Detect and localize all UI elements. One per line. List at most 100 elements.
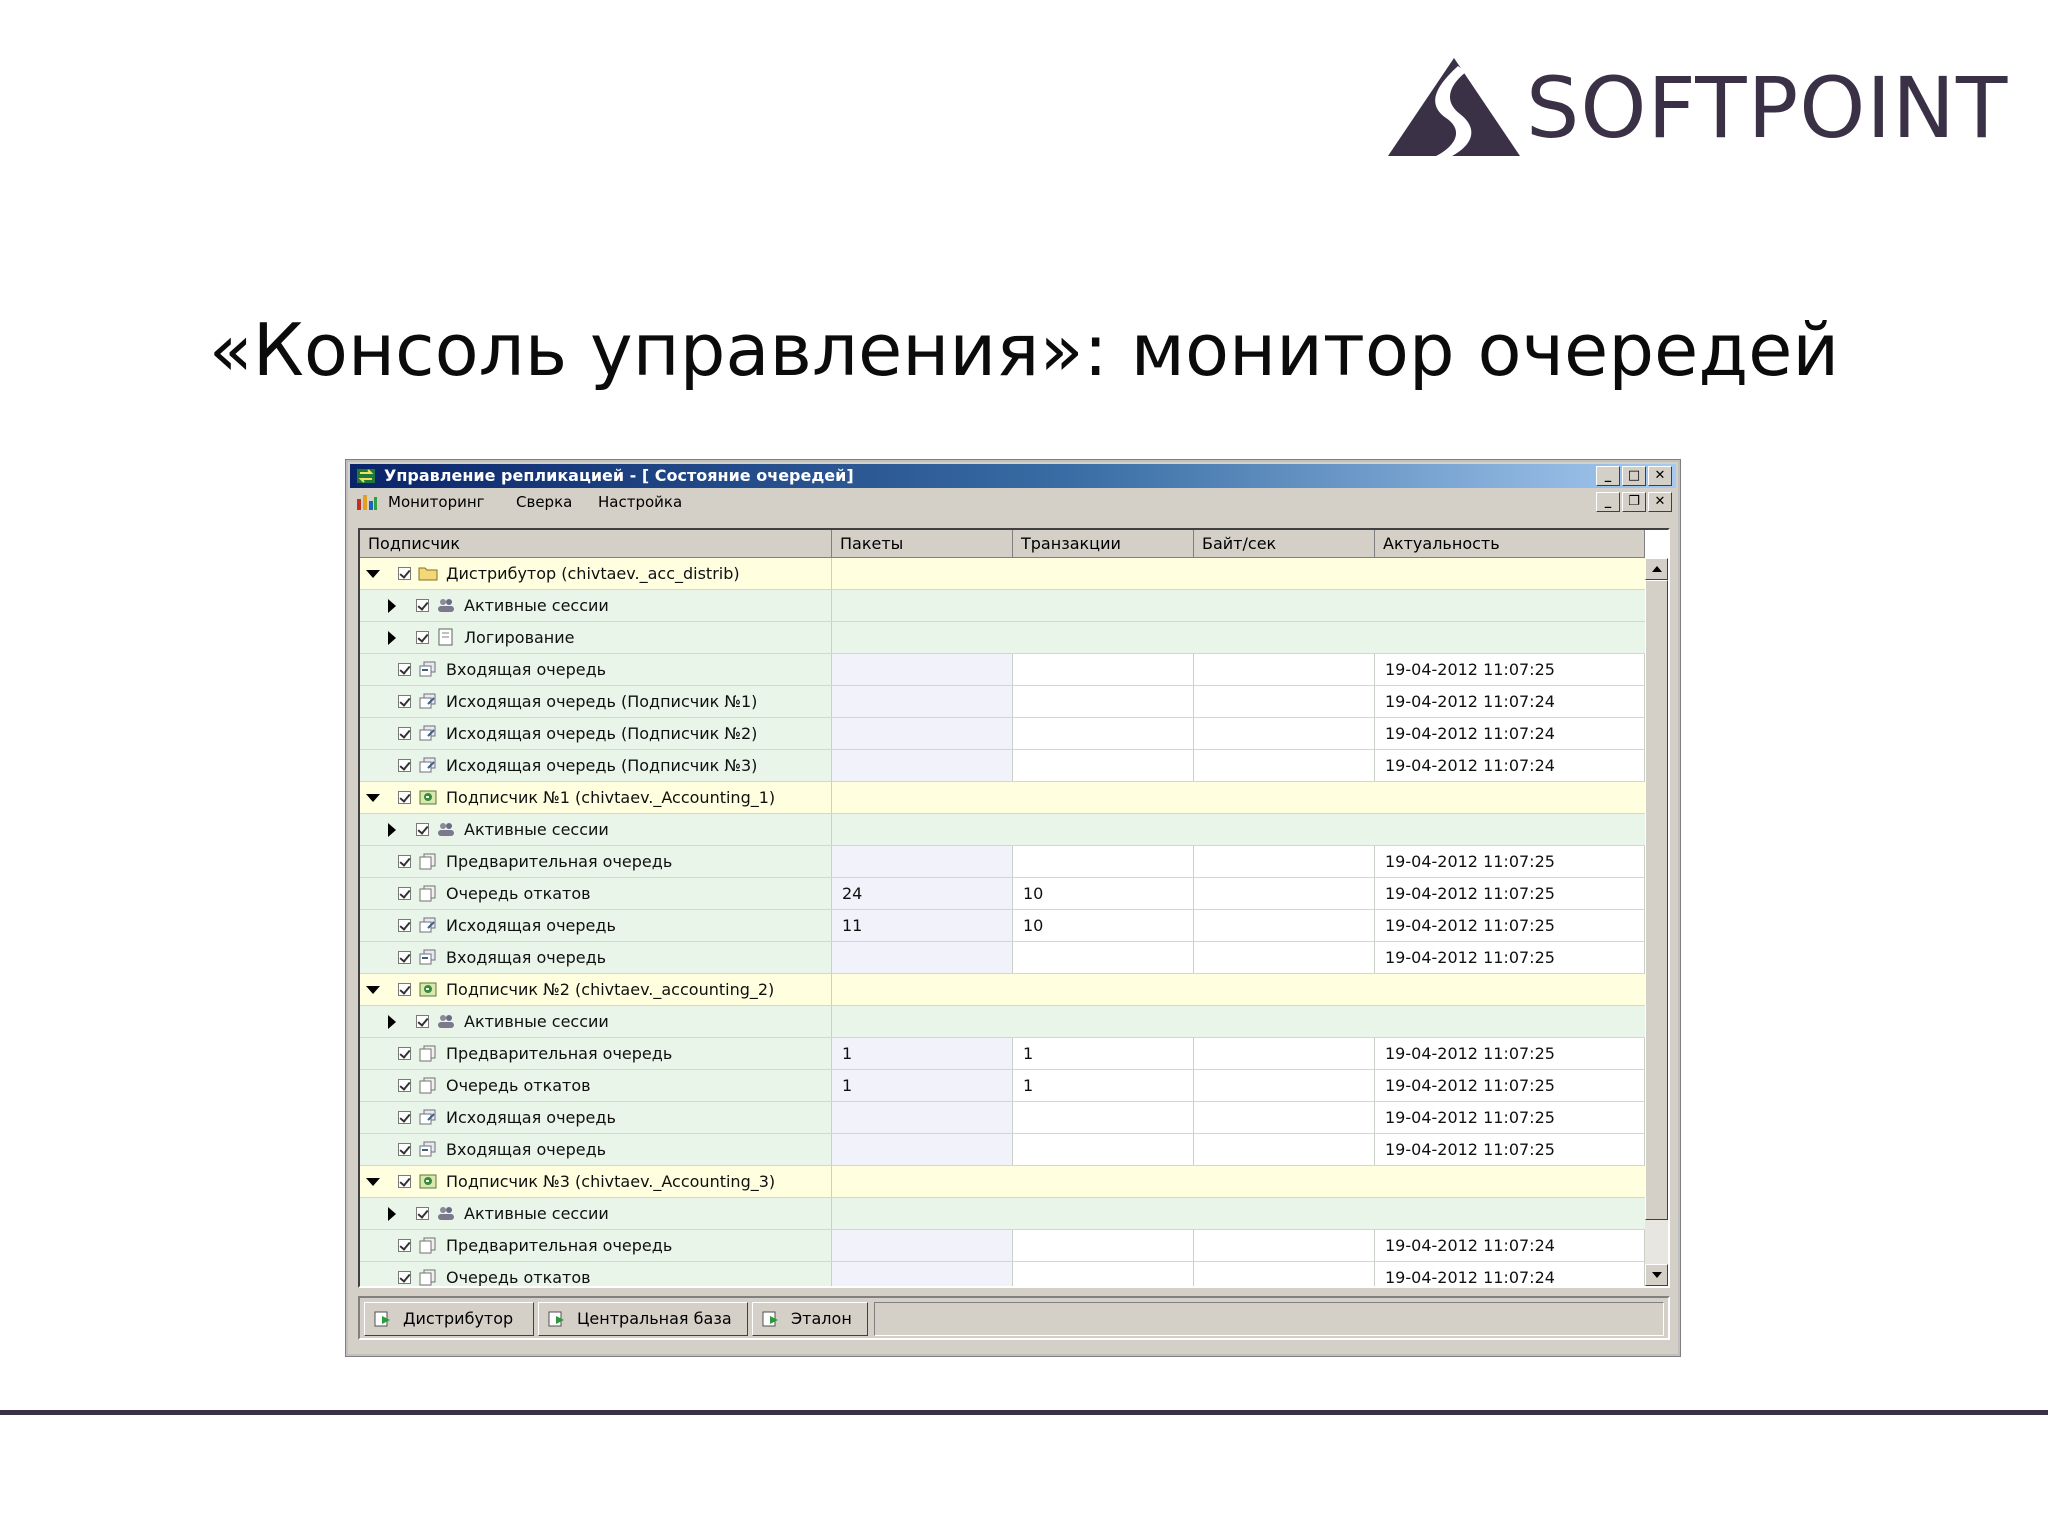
queue-row[interactable]: Исходящая очередь (Подписчик №3) 19-04-20… — [360, 750, 1645, 782]
subscriber-cell: Входящая очередь — [360, 654, 832, 685]
row-checkbox[interactable] — [416, 599, 429, 612]
expand-arrow-icon[interactable] — [388, 599, 396, 613]
row-label: Активные сессии — [464, 596, 609, 615]
menu-reconciliation[interactable]: Сверка — [516, 490, 572, 514]
tab-etalon[interactable]: Эталон — [752, 1302, 868, 1336]
window-titlebar[interactable]: Управление репликацией - [ Состояние оче… — [350, 464, 1676, 488]
collapse-arrow-icon[interactable] — [366, 570, 380, 578]
column-header-transactions[interactable]: Транзакции — [1013, 530, 1194, 558]
collapse-arrow-icon[interactable] — [366, 794, 380, 802]
group-row[interactable]: Подписчик №3 (chivtaev._Accounting_3) — [360, 1166, 1645, 1198]
scroll-up-button[interactable] — [1645, 558, 1668, 580]
queue-row[interactable]: Исходящая очередь (Подписчик №1) 19-04-20… — [360, 686, 1645, 718]
queue-pre-icon — [419, 1269, 436, 1286]
close-button[interactable]: ✕ — [1648, 466, 1672, 486]
actuality-cell: 19-04-2012 11:07:25 — [1375, 654, 1645, 685]
bytes-per-sec-cell — [1194, 1262, 1375, 1286]
row-checkbox[interactable] — [398, 1239, 411, 1252]
expand-arrow-icon[interactable] — [388, 631, 396, 645]
node-row[interactable]: Активные сессии — [360, 1006, 1645, 1038]
queue-row[interactable]: Предварительная очередь 1 1 19-04-2012 11:0… — [360, 1038, 1645, 1070]
row-checkbox[interactable] — [416, 631, 429, 644]
node-row[interactable]: Активные сессии — [360, 814, 1645, 846]
group-row[interactable]: Подписчик №1 (chivtaev._Accounting_1) — [360, 782, 1645, 814]
minimize-button[interactable]: _ — [1596, 466, 1620, 486]
queue-row[interactable]: Очередь откатов 24 10 19-04-2012 11:07:25 — [360, 878, 1645, 910]
softpoint-logo-mark-icon — [1388, 58, 1520, 156]
row-checkbox[interactable] — [398, 1175, 411, 1188]
transactions-cell — [1013, 654, 1194, 685]
row-checkbox[interactable] — [398, 791, 411, 804]
row-checkbox[interactable] — [398, 759, 411, 772]
subscriber-cell: Исходящая очередь — [360, 1102, 832, 1133]
mdi-minimize-button[interactable]: _ — [1596, 492, 1620, 512]
group-row[interactable]: Подписчик №2 (chivtaev._accounting_2) — [360, 974, 1645, 1006]
row-checkbox[interactable] — [398, 855, 411, 868]
row-checkbox[interactable] — [398, 1047, 411, 1060]
collapse-arrow-icon[interactable] — [366, 1178, 380, 1186]
menu-settings[interactable]: Настройка — [598, 490, 682, 514]
row-checkbox[interactable] — [398, 919, 411, 932]
queue-in-icon — [419, 661, 436, 677]
group-row[interactable]: Дистрибутор (chivtaev._acc_distrib) — [360, 558, 1645, 590]
row-label: Исходящая очередь — [446, 1108, 616, 1127]
row-checkbox[interactable] — [398, 663, 411, 676]
mdi-restore-button[interactable]: ❐ — [1622, 492, 1646, 512]
queue-row[interactable]: Входящая очередь 19-04-2012 11:07:25 — [360, 1134, 1645, 1166]
expand-arrow-icon[interactable] — [388, 1015, 396, 1029]
tab-distributor[interactable]: Дистрибутор — [364, 1302, 534, 1336]
row-checkbox[interactable] — [416, 1207, 429, 1220]
row-label: Подписчик №2 (chivtaev._accounting_2) — [446, 980, 775, 999]
row-label: Логирование — [464, 628, 575, 647]
mdi-close-button[interactable]: ✕ — [1648, 492, 1672, 512]
node-row[interactable]: Логирование — [360, 622, 1645, 654]
queue-row[interactable]: Входящая очередь 19-04-2012 11:07:25 — [360, 942, 1645, 974]
menubar: Мониторинг Сверка Настройка _ ❐ ✕ — [350, 490, 1676, 514]
column-header-actuality[interactable]: Актуальность — [1375, 530, 1645, 558]
queue-row[interactable]: Предварительная очередь 19-04-2012 11:07:… — [360, 1230, 1645, 1262]
maximize-button[interactable]: □ — [1622, 466, 1646, 486]
queue-row[interactable]: Очередь откатов 19-04-2012 11:07:24 — [360, 1262, 1645, 1286]
scroll-down-button[interactable] — [1645, 1264, 1668, 1286]
collapse-arrow-icon[interactable] — [366, 986, 380, 994]
bytes-per-sec-cell — [1194, 846, 1375, 877]
row-checkbox[interactable] — [398, 951, 411, 964]
row-checkbox[interactable] — [398, 1271, 411, 1284]
actuality-cell: 19-04-2012 11:07:24 — [1375, 750, 1645, 781]
bytes-per-sec-cell — [1194, 1038, 1375, 1069]
row-label: Исходящая очередь (Подписчик №2) — [446, 724, 758, 743]
row-checkbox[interactable] — [398, 1079, 411, 1092]
vertical-scrollbar[interactable] — [1645, 558, 1668, 1286]
queue-row[interactable]: Входящая очередь 19-04-2012 11:07:25 — [360, 654, 1645, 686]
column-header-bytes-per-sec[interactable]: Байт/сек — [1194, 530, 1375, 558]
row-checkbox[interactable] — [416, 823, 429, 836]
packets-cell — [832, 750, 1013, 781]
row-checkbox[interactable] — [398, 1111, 411, 1124]
softpoint-logo: SOFTPOINT — [1386, 56, 2007, 160]
row-checkbox[interactable] — [398, 887, 411, 900]
bytes-per-sec-cell — [1194, 942, 1375, 973]
expand-arrow-icon[interactable] — [388, 823, 396, 837]
expand-arrow-icon[interactable] — [388, 1207, 396, 1221]
row-checkbox[interactable] — [398, 1143, 411, 1156]
column-header-packets[interactable]: Пакеты — [832, 530, 1013, 558]
column-header-subscriber[interactable]: Подписчик — [360, 530, 832, 558]
scroll-thumb[interactable] — [1645, 580, 1668, 1220]
tab-strip-filler — [874, 1302, 1664, 1336]
actuality-cell: 19-04-2012 11:07:24 — [1375, 686, 1645, 717]
subscriber-cell: Входящая очередь — [360, 942, 832, 973]
queue-row[interactable]: Предварительная очередь 19-04-2012 11:07:… — [360, 846, 1645, 878]
row-checkbox[interactable] — [398, 727, 411, 740]
queue-row[interactable]: Исходящая очередь 19-04-2012 11:07:25 — [360, 1102, 1645, 1134]
row-checkbox[interactable] — [398, 695, 411, 708]
queue-row[interactable]: Очередь откатов 1 1 19-04-2012 11:07:25 — [360, 1070, 1645, 1102]
node-row[interactable]: Активные сессии — [360, 1198, 1645, 1230]
row-checkbox[interactable] — [416, 1015, 429, 1028]
row-checkbox[interactable] — [398, 983, 411, 996]
node-row[interactable]: Активные сессии — [360, 590, 1645, 622]
queue-row[interactable]: Исходящая очередь (Подписчик №2) 19-04-20… — [360, 718, 1645, 750]
tab-central-base[interactable]: Центральная база — [538, 1302, 748, 1336]
queue-row[interactable]: Исходящая очередь 11 10 19-04-2012 11:07:25 — [360, 910, 1645, 942]
row-checkbox[interactable] — [398, 567, 411, 580]
menu-monitoring[interactable]: Мониторинг — [388, 490, 485, 514]
